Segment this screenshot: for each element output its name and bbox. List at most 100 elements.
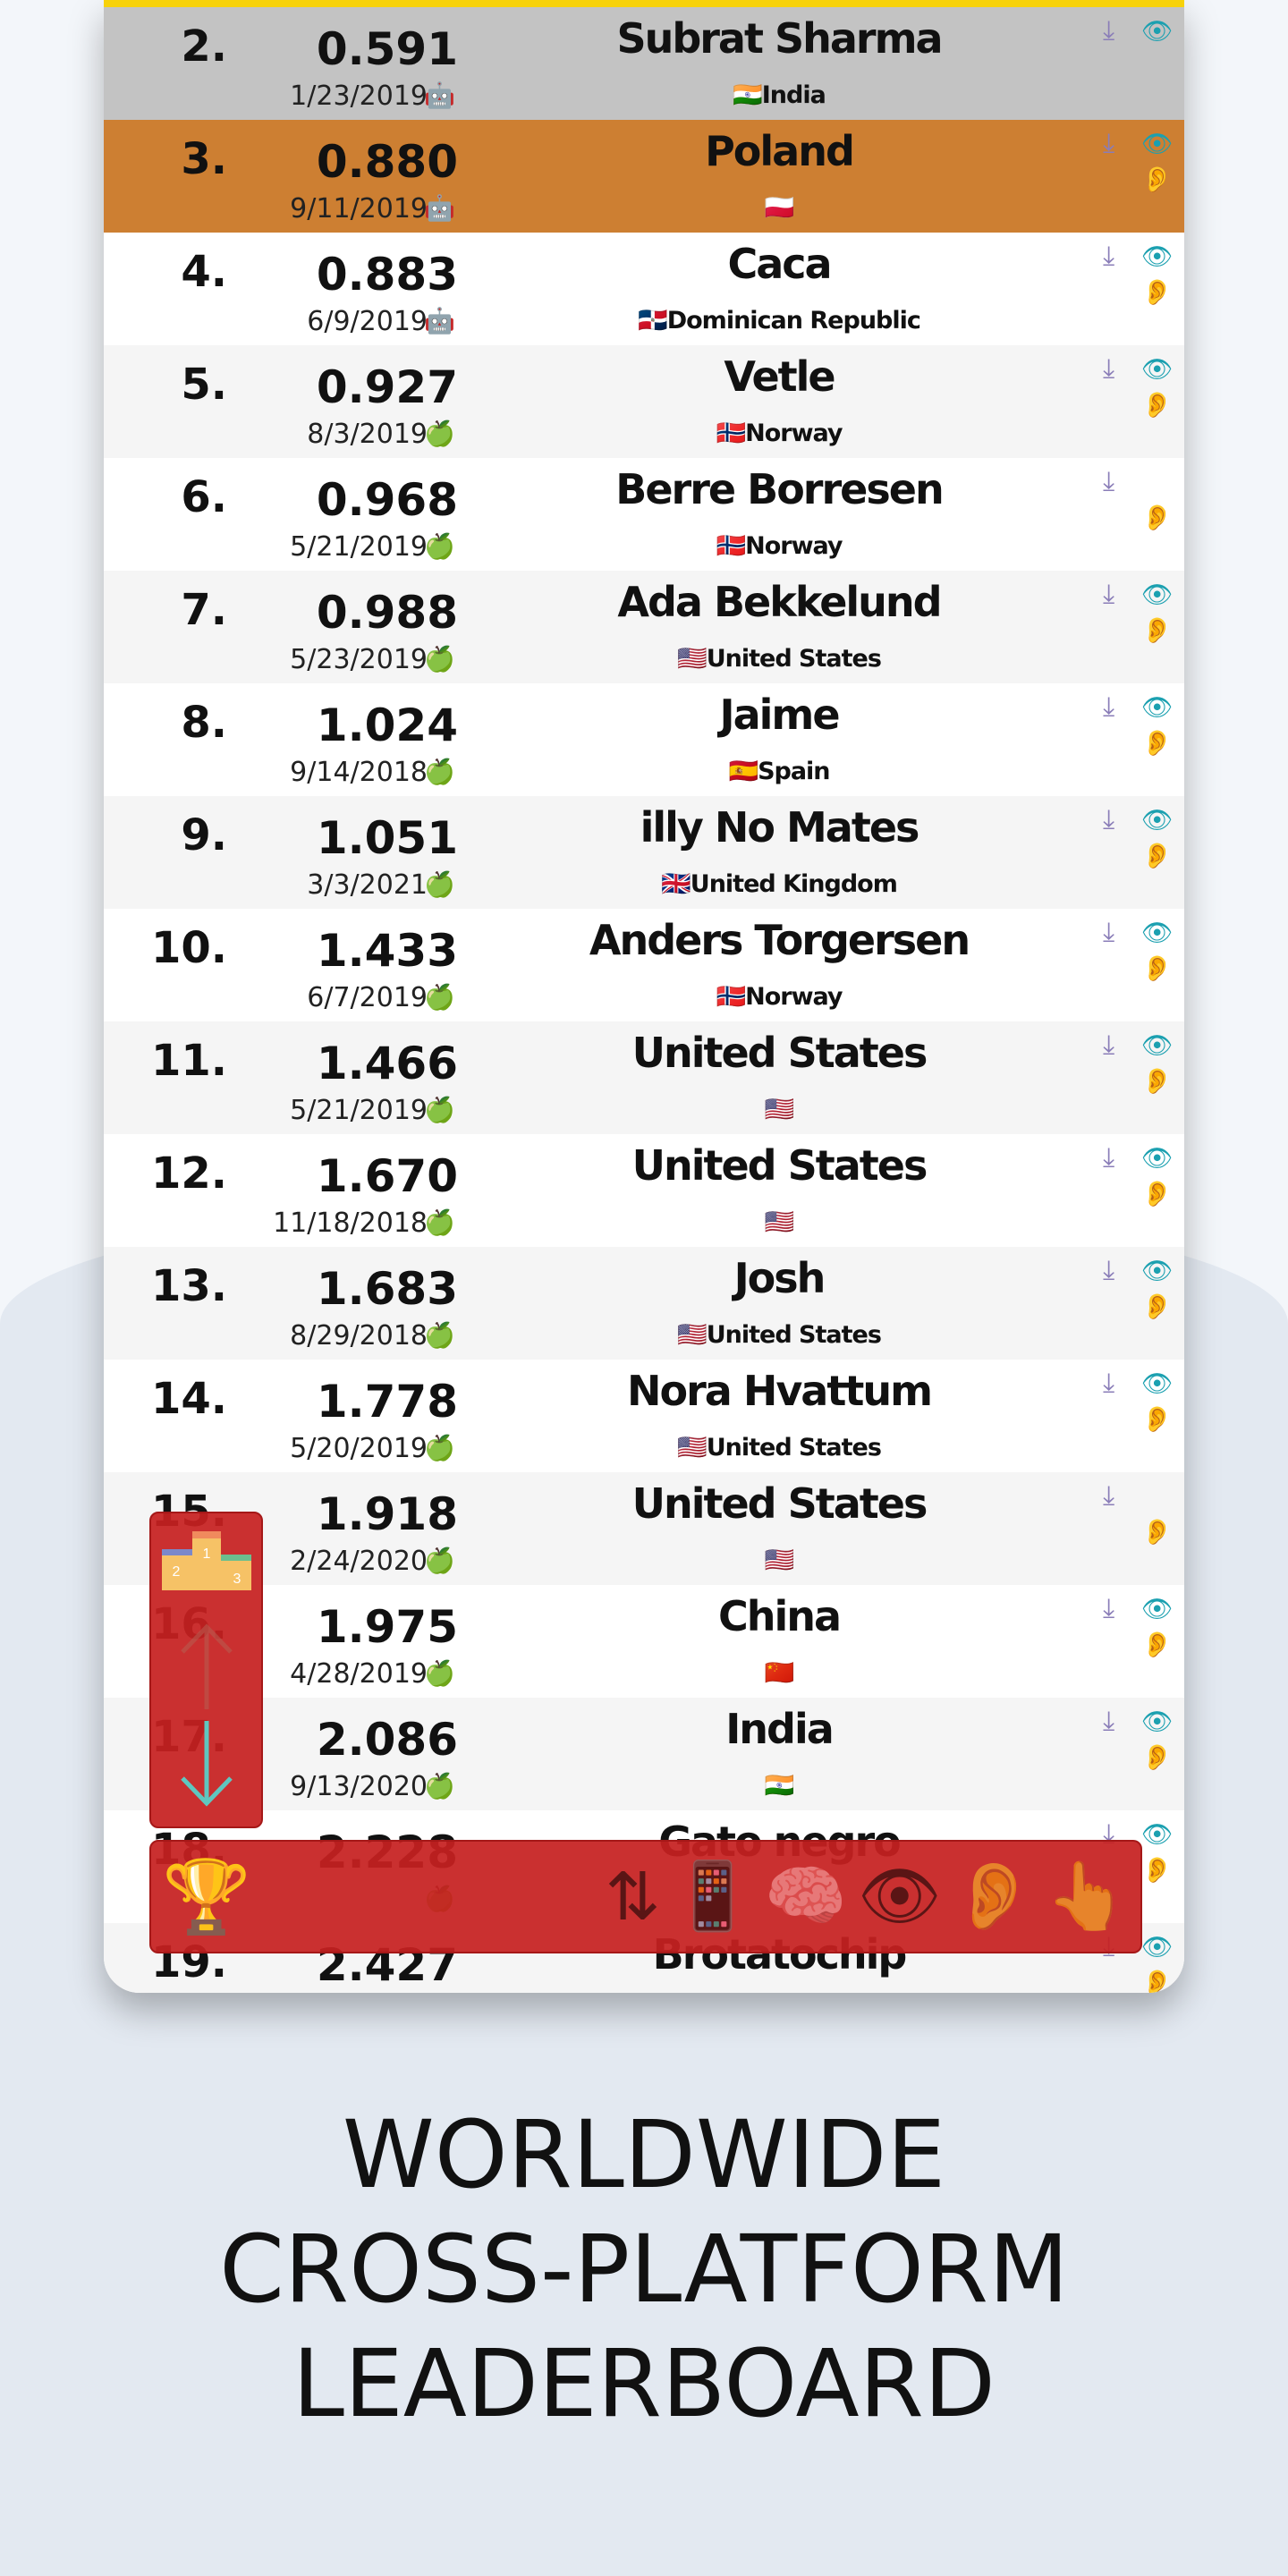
eye-icon[interactable]: 👁 <box>1141 1707 1174 1736</box>
ear-icon[interactable]: 👂 <box>1141 503 1173 532</box>
eye-icon[interactable]: 👁 <box>1141 1256 1174 1285</box>
leaderboard-row[interactable]: 4. 0.883 6/9/2019 🤖 Caca 🇩🇴Dominican Republic… <box>104 233 1184 345</box>
download-icon[interactable]: ⤓ <box>1103 1143 1114 1174</box>
download-icon[interactable]: ⤓ <box>1103 1368 1114 1399</box>
ear-icon[interactable]: 👂 <box>1141 1630 1173 1659</box>
country-label: 🇺🇸 <box>506 1095 1052 1123</box>
eye-icon[interactable]: 👁 <box>1141 1594 1174 1623</box>
download-icon[interactable]: ⤓ <box>1103 805 1114 835</box>
arrow-up-icon[interactable] <box>151 1622 261 1716</box>
ear-icon[interactable]: 👂 <box>1141 1179 1173 1208</box>
ear-icon[interactable]: 👂 <box>953 1858 1035 1936</box>
podium-icon[interactable]: 1 2 3 <box>151 1531 261 1602</box>
leaderboard-row[interactable]: 15.1.9182/24/2020🍏United States🇺🇸⤓👂 <box>104 1472 1184 1585</box>
eye-icon[interactable]: 👁 <box>1141 242 1174 271</box>
download-icon[interactable]: ⤓ <box>1103 467 1114 497</box>
ear-icon[interactable]: 👂 <box>1141 1968 1173 1993</box>
ear-icon[interactable]: 👂 <box>1141 1066 1173 1096</box>
leaderboard-row[interactable]: 5. 0.927 8/3/2019 🍏 Vetle 🇳🇴Norway ⤓ 👁 👂 <box>104 345 1184 458</box>
download-icon[interactable]: ⤓ <box>1103 354 1114 385</box>
eye-icon[interactable]: 👁 <box>1141 1030 1174 1060</box>
download-icon[interactable]: ⤓ <box>1103 1256 1114 1286</box>
eye-icon[interactable]: 👁 <box>858 1858 942 1936</box>
download-icon[interactable]: ⤓ <box>1103 16 1114 47</box>
leaderboard-row[interactable]: 6. 0.968 5/21/2019 🍏 Berre Borresen 🇳🇴Norway ⤓… <box>104 458 1184 571</box>
flag-icon: 🇺🇸 <box>764 1546 795 1574</box>
download-icon[interactable]: ⤓ <box>1103 1030 1114 1061</box>
ear-icon[interactable]: 👂 <box>1141 165 1173 194</box>
flag-icon: 🇬🇧 <box>661 870 691 898</box>
arrow-down-icon[interactable] <box>151 1719 261 1813</box>
score-value: 1.778 <box>316 1376 458 1428</box>
download-icon[interactable]: ⤓ <box>1103 129 1114 159</box>
eye-icon[interactable]: 👁 <box>1141 580 1174 609</box>
download-icon[interactable]: ⤓ <box>1103 1481 1114 1512</box>
leaderboard-row[interactable]: 14. 1.778 5/20/2019 🍏 Nora Hvattum 🇺🇸United S… <box>104 1360 1184 1472</box>
eye-icon[interactable]: 👁 <box>1141 1368 1174 1398</box>
leaderboard-row[interactable]: 16.1.9754/28/2019🍏China🇨🇳⤓👁👂 <box>104 1585 1184 1698</box>
ear-icon[interactable]: 👂 <box>1141 615 1173 645</box>
leaderboard-row[interactable]: 17.2.0869/13/2020🍏India🇮🇳⤓👁👂 <box>104 1698 1184 1810</box>
download-icon[interactable]: ⤓ <box>1103 918 1114 948</box>
eye-icon[interactable]: 👁 <box>1141 1932 1174 1962</box>
touch-icon[interactable]: 👆 <box>1046 1858 1128 1936</box>
score-value: 0.988 <box>316 587 458 639</box>
flag-icon: 🇺🇸 <box>677 1321 708 1349</box>
ear-icon[interactable]: 👂 <box>1141 1742 1173 1772</box>
player-name: Vetle <box>724 352 835 401</box>
country-label: 🇺🇸 <box>506 1208 1052 1236</box>
rank-number: 5. <box>181 360 227 410</box>
eye-icon[interactable]: 👁 <box>1141 354 1174 384</box>
ear-icon[interactable]: 👂 <box>1141 277 1173 307</box>
download-icon[interactable]: ⤓ <box>1103 692 1114 723</box>
podium-number: 1 <box>202 1546 210 1562</box>
eye-icon[interactable]: 👁 <box>1141 692 1174 722</box>
ear-icon[interactable]: 👂 <box>1141 841 1173 870</box>
rank-number: 10. <box>150 923 227 973</box>
rank-number: 9. <box>181 810 227 860</box>
side-panel: 1 2 3 <box>149 1512 263 1828</box>
leaderboard-row[interactable]: 11. 1.466 5/21/2019 🍏 United States 🇺🇸 ⤓ 👁 👂 <box>104 1021 1184 1134</box>
ear-icon[interactable]: 👂 <box>1141 1404 1173 1434</box>
ear-icon[interactable]: 👂 <box>1141 1517 1173 1546</box>
leaderboard-row[interactable]: 13. 1.683 8/29/2018 🍏 Josh 🇺🇸United States ⤓ 👁 👂 <box>104 1247 1184 1360</box>
ear-icon[interactable]: 👂 <box>1141 728 1173 758</box>
leaderboard-row[interactable]: 3. 0.880 9/11/2019 🤖 Poland 🇵🇱 ⤓ 👁 👂 <box>104 120 1184 233</box>
ear-icon[interactable]: 👂 <box>1141 1292 1173 1321</box>
eye-icon[interactable]: 👁 <box>1141 1819 1174 1849</box>
leaderboard-row[interactable]: 12. 1.670 11/18/2018 🍏 United States 🇺🇸 ⤓ 👁 👂 <box>104 1134 1184 1247</box>
flag-icon: 🇳🇴 <box>716 983 746 1011</box>
leaderboard-row[interactable]: 7. 0.988 5/23/2019 🍏 Ada Bekkelund 🇺🇸United S… <box>104 571 1184 683</box>
leaderboard-row[interactable]: 2. 0.591 1/23/2019 🤖 Subrat Sharma 🇮🇳India ⤓ 👁 <box>104 7 1184 120</box>
score-value: 1.433 <box>316 925 458 977</box>
download-icon[interactable]: ⤓ <box>1103 1594 1114 1624</box>
flag-icon: 🇺🇸 <box>677 1434 708 1462</box>
rank-number: 2. <box>181 21 227 72</box>
eye-icon[interactable]: 👁 <box>1141 129 1174 158</box>
download-icon[interactable]: ⤓ <box>1103 242 1114 272</box>
leaderboard-row[interactable]: 8. 1.024 9/14/2018 🍏 Jaime 🇪🇸Spain ⤓ 👁 👂 <box>104 683 1184 796</box>
eye-icon[interactable]: 👁 <box>1141 805 1174 835</box>
leaderboard-row[interactable]: 9. 1.051 3/3/2021 🍏 illy No Mates 🇬🇧United Ki… <box>104 796 1184 909</box>
download-icon[interactable]: ⤓ <box>1103 580 1114 610</box>
date-label: 8/29/2018 <box>290 1320 428 1352</box>
trophy-icon[interactable]: 🏆 <box>162 1855 251 1939</box>
download-icon[interactable]: ⤓ <box>1103 1707 1114 1737</box>
ear-icon[interactable]: 👂 <box>1141 390 1173 419</box>
leaderboard-card[interactable]: 2. 0.591 1/23/2019 🤖 Subrat Sharma 🇮🇳India ⤓ 👁 3… <box>104 0 1184 1993</box>
eye-icon[interactable]: 👁 <box>1141 16 1174 46</box>
leaderboard-list[interactable]: 2. 0.591 1/23/2019 🤖 Subrat Sharma 🇮🇳India ⤓ 👁 3… <box>104 7 1184 1993</box>
eye-icon[interactable]: 👁 <box>1141 918 1174 947</box>
sort-icon[interactable]: ⇅ <box>605 1859 660 1936</box>
brain-icon[interactable]: 🧠 <box>765 1858 847 1936</box>
leaderboard-row[interactable]: 10. 1.433 6/7/2019 🍏 Anders Torgersen 🇳🇴Norwa… <box>104 909 1184 1021</box>
devices-icon[interactable]: 📱 <box>671 1858 753 1936</box>
ear-icon[interactable]: 👂 <box>1141 953 1173 983</box>
country-label: 🇩🇴Dominican Republic <box>506 306 1052 335</box>
country-name: India <box>761 81 826 109</box>
ear-icon[interactable]: 👂 <box>1141 1855 1173 1885</box>
apple-icon: 🍏 <box>424 983 455 1011</box>
eye-icon[interactable]: 👁 <box>1141 1143 1174 1173</box>
rank-number: 12. <box>150 1148 227 1199</box>
player-name: Josh <box>733 1254 826 1302</box>
